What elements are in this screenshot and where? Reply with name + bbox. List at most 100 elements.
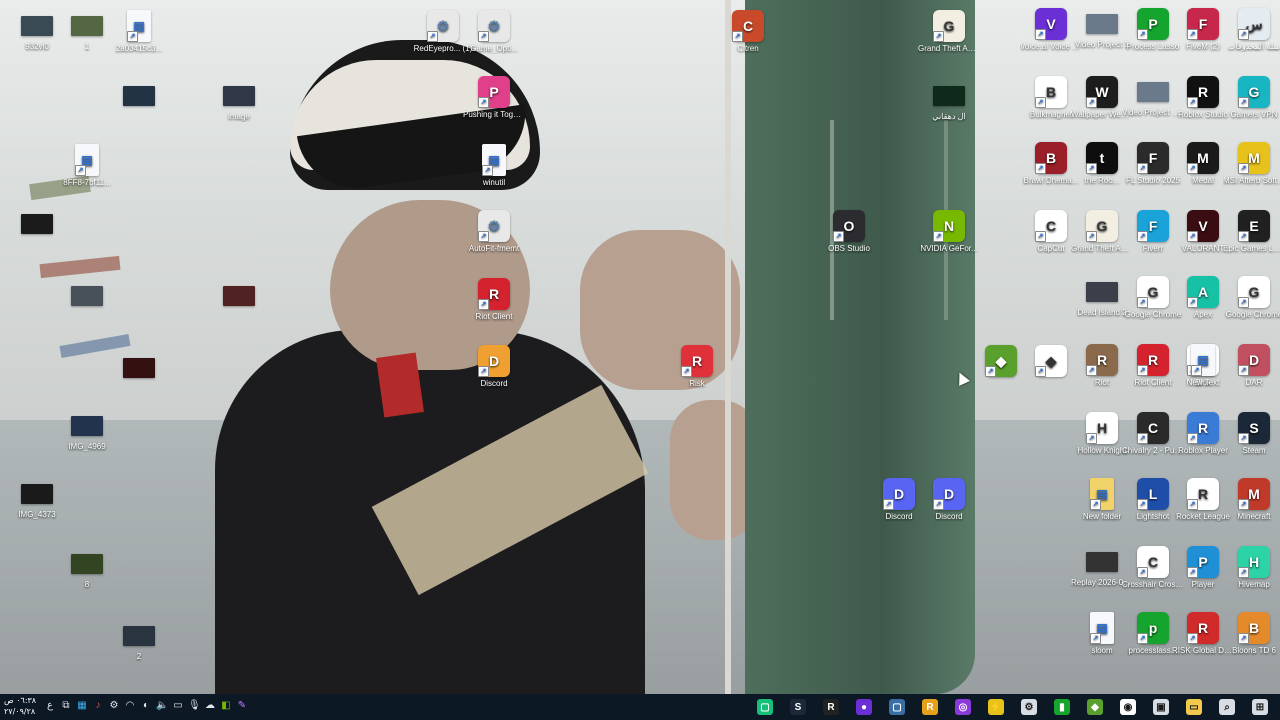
app-icon: R ↗ xyxy=(681,345,713,377)
app-icon: F ↗ xyxy=(1137,210,1169,242)
desktop-icon[interactable]: B ↗ Bloons TD 6 xyxy=(1223,612,1280,656)
app-icon: V ↗ xyxy=(1035,8,1067,40)
desktop-icon[interactable]: IMG_4969 xyxy=(56,410,118,452)
app-icon: R ↗ xyxy=(1187,478,1219,510)
desktop-icon[interactable]: G↗ Grand Theft Auto V Le... xyxy=(918,10,980,54)
desktop-icon[interactable]: س ↗ سلة المحذوفات xyxy=(1223,8,1280,52)
tray-music-icon[interactable]: ♪ xyxy=(92,699,104,713)
app-icon: G ↗ xyxy=(1137,276,1169,308)
desktop-icon-label: AutoFit-fmemt xyxy=(468,244,520,253)
taskbar-settings-button[interactable]: ⚙ xyxy=(1017,696,1041,718)
desktop-icon[interactable]: R ↗ Risk xyxy=(666,345,728,389)
gear-icon: ⚙ ↗ xyxy=(427,10,459,42)
desktop-icon-label: NVIDIA GeFor... xyxy=(920,244,978,253)
desktop-icon[interactable]: IMG_4373 xyxy=(6,478,68,520)
shortcut-arrow-icon: ↗ xyxy=(933,231,944,242)
nvidia-icon[interactable]: ◧ xyxy=(220,699,232,713)
r-app-icon: R xyxy=(922,699,938,715)
shortcut-arrow-icon: ↗ xyxy=(1035,163,1046,174)
desktop-icon[interactable]: M ↗ Minecraft xyxy=(1223,478,1280,522)
taskbar-cap-button[interactable]: ● xyxy=(852,696,876,718)
taskbar-mobile-button[interactable]: ▢ xyxy=(753,696,777,718)
desktop-icon[interactable]: S ↗ Steam xyxy=(1223,412,1280,456)
desktop-icon[interactable] xyxy=(108,352,170,384)
desktop-icon[interactable] xyxy=(108,80,170,112)
taskbar-r-app-button[interactable]: R xyxy=(918,696,942,718)
desktop-icon[interactable]: ⚙ ↗ AutoFit-fmemt xyxy=(463,210,525,254)
taskbar-clock[interactable]: ٠٦:٣٨ ص ٢٧/٠٩/٢٨ xyxy=(4,695,36,717)
shortcut-arrow-icon: ↗ xyxy=(1137,365,1148,376)
clip-icon: ◎ xyxy=(955,699,971,715)
desktop-icon[interactable]: D ↗ Discord xyxy=(918,478,980,522)
desktop-icon[interactable]: O ↗ OBS Studio xyxy=(818,210,880,254)
file-icon: ▤ ↗ xyxy=(1090,612,1114,644)
onedrive-icon[interactable]: ☁ xyxy=(204,699,216,713)
gear-icon: ⚙ ↗ xyxy=(478,10,510,42)
feather-icon[interactable]: ✎ xyxy=(236,699,248,713)
desktop-icon[interactable]: H ↗ Hivemap xyxy=(1223,546,1280,590)
desktop-icon[interactable]: ▤ ↗ 2a03415c3... xyxy=(108,10,170,54)
desktop-icon[interactable] xyxy=(56,280,118,312)
app-icon: ◆ ↗ xyxy=(985,345,1017,377)
desktop-icon[interactable]: E↗ Epic Games Launcher xyxy=(1223,210,1280,254)
desktop-icon[interactable]: ▤ ↗ winutil xyxy=(463,144,525,188)
desktop-icon[interactable]: N ↗ NVIDIA GeFor... xyxy=(918,210,980,254)
tray-overflow-icon[interactable]: ⧉ xyxy=(60,699,72,713)
desktop-icon[interactable]: D ↗ Discord xyxy=(463,345,525,389)
desktop-icon[interactable]: G ↗ Gamers VPN xyxy=(1223,76,1280,120)
taskbar-store-button[interactable]: ▣ xyxy=(1149,696,1173,718)
shortcut-arrow-icon: ↗ xyxy=(1191,365,1202,376)
image-thumbnail-icon xyxy=(223,86,255,106)
desktop-icon-label: Bloons TD 6 xyxy=(1232,646,1276,655)
chrome-icon: ◉ xyxy=(1120,699,1136,715)
tray-app-icon[interactable]: ▦ xyxy=(76,699,88,713)
desktop-icon[interactable]: 8 xyxy=(56,548,118,590)
steam-icon[interactable]: ◐ xyxy=(140,699,152,713)
taskbar-file-explorer-button[interactable]: ▭ xyxy=(1182,696,1206,718)
start-icon: ⊞ xyxy=(1252,699,1268,715)
desktop-icon[interactable]: P↗ Pushing it Together... xyxy=(463,76,525,120)
image-thumbnail-icon xyxy=(223,286,255,306)
desktop-icon[interactable]: R ↗ Riot Client xyxy=(463,278,525,322)
settings-icon[interactable]: ⚙ xyxy=(108,699,120,713)
shortcut-arrow-icon: ↗ xyxy=(1238,231,1249,242)
desktop-icon[interactable]: C ↗ Citren xyxy=(717,10,779,54)
desktop-icon-label: image xyxy=(228,112,250,121)
app-icon: P ↗ xyxy=(478,76,510,108)
desktop-icon[interactable]: G ↗ Google Chrome xyxy=(1223,276,1280,320)
taskbar-search-button[interactable]: ⌕ xyxy=(1215,696,1239,718)
volume-icon[interactable]: 🔈 xyxy=(156,699,168,713)
search-icon: ⌕ xyxy=(1219,699,1235,715)
network-icon[interactable]: ▭ xyxy=(172,699,184,713)
desktop-icon[interactable] xyxy=(208,280,270,312)
desktop-icon[interactable]: ⚙ ↗ Game_Opti... xyxy=(463,10,525,54)
desktop-icon[interactable]: ال دهقاني xyxy=(918,80,980,122)
steam-icon: S xyxy=(790,699,806,715)
desktop-icon-label: Minecraft xyxy=(1237,512,1271,521)
taskbar-process-lasso-button[interactable]: ▮ xyxy=(1050,696,1074,718)
taskbar-minecraft-button[interactable]: ◆ xyxy=(1083,696,1107,718)
microphone-icon[interactable]: 🎙 xyxy=(188,699,201,713)
taskbar-window-button[interactable]: ▢ xyxy=(885,696,909,718)
taskbar-roblox-button[interactable]: R xyxy=(819,696,843,718)
desktop-icon[interactable]: ▤ ↗ 8FF8-7bf11... xyxy=(56,144,118,188)
desktop-icon[interactable]: D ↗ DAR xyxy=(1223,344,1280,388)
app-icon: W ↗ xyxy=(1086,76,1118,108)
shortcut-arrow-icon: ↗ xyxy=(1035,97,1046,108)
taskbar-afterburner-button[interactable]: ⚡ xyxy=(984,696,1008,718)
image-thumbnail-icon xyxy=(21,214,53,234)
desktop-icon[interactable]: image xyxy=(208,80,270,122)
app-icon: H ↗ xyxy=(1238,546,1270,578)
taskbar-steam-button[interactable]: S xyxy=(786,696,810,718)
desktop-icon[interactable]: 2 xyxy=(108,620,170,662)
taskbar-start-button[interactable]: ⊞ xyxy=(1248,696,1272,718)
taskbar-chrome-button[interactable]: ◉ xyxy=(1116,696,1140,718)
language-indicator[interactable]: ع xyxy=(44,699,56,713)
desktop-icon[interactable]: M↗ MSI Afterb Software xyxy=(1223,142,1280,186)
shortcut-arrow-icon: ↗ xyxy=(478,31,489,42)
file-icon: ▤ ↗ xyxy=(127,10,151,42)
app-icon: C ↗ xyxy=(732,10,764,42)
headset-icon[interactable]: ◠ xyxy=(124,699,136,713)
desktop-icon[interactable] xyxy=(6,208,68,240)
taskbar-clip-button[interactable]: ◎ xyxy=(951,696,975,718)
